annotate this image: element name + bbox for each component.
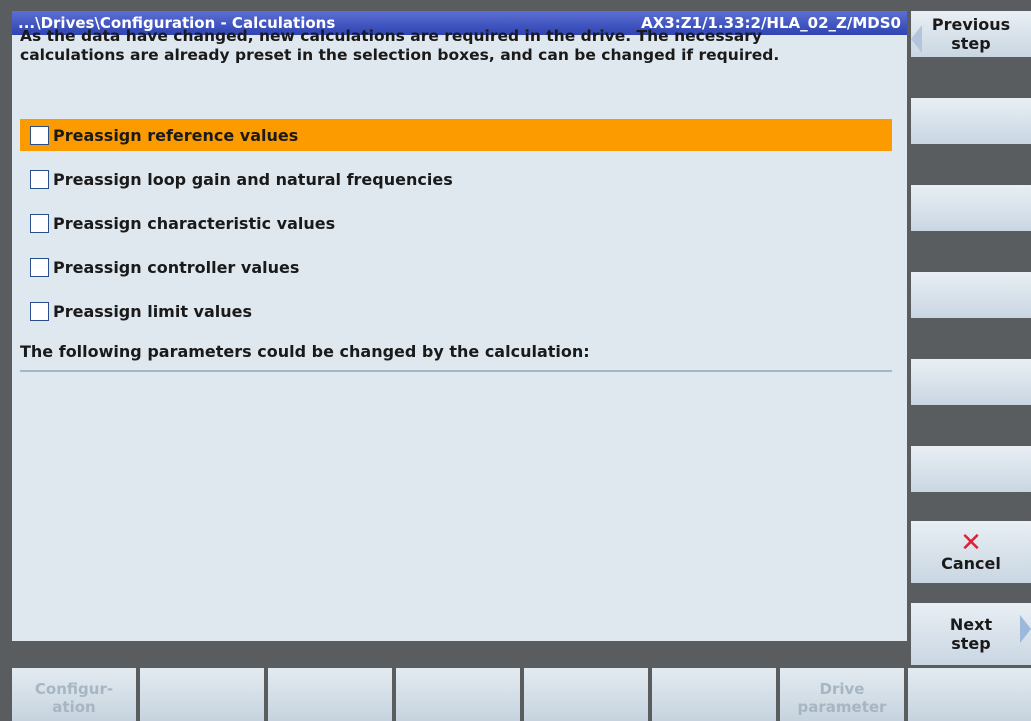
close-icon: ✕ [960, 527, 982, 558]
checkbox[interactable] [30, 257, 49, 277]
horizontal-softkey-2[interactable] [140, 668, 264, 721]
option-preassign-reference-values[interactable]: Preassign reference values [20, 119, 892, 151]
description-line-1: As the data have changed, new calculatio… [20, 27, 762, 45]
horizontal-softkey-8[interactable] [908, 668, 1031, 721]
horizontal-softkey-6[interactable] [652, 668, 776, 721]
hmi-screen: ...\Drives\Configuration - Calculations … [0, 0, 1031, 721]
horizontal-softkey-4[interactable] [396, 668, 520, 721]
divider [20, 370, 892, 372]
description-line-2: calculations are already preset in the s… [20, 46, 780, 64]
vertical-softkey-2[interactable] [911, 98, 1031, 144]
checkbox[interactable] [30, 213, 49, 233]
option-preassign-characteristic-values[interactable]: Preassign characteristic values [20, 207, 892, 239]
next-label-1: Next [949, 615, 993, 634]
horizontal-softkey-3[interactable] [268, 668, 392, 721]
arrow-right-icon [1020, 615, 1031, 643]
option-label: Preassign limit values [53, 301, 253, 321]
checkbox[interactable] [30, 169, 49, 189]
description-text: As the data have changed, new calculatio… [20, 27, 890, 65]
previous-label-1: Previous [931, 15, 1011, 34]
vertical-softkey-4[interactable] [911, 272, 1031, 318]
option-label: Preassign controller values [53, 257, 300, 277]
next-step-button[interactable]: Next step [911, 603, 1031, 665]
drive-parameter-label-2: parameter [797, 698, 887, 716]
option-preassign-controller-values[interactable]: Preassign controller values [20, 251, 892, 283]
configuration-label-2: ation [52, 698, 96, 716]
horizontal-softkey-5[interactable] [524, 668, 648, 721]
configuration-softkey[interactable]: Configur- ation [12, 668, 136, 721]
checkbox[interactable] [30, 125, 49, 145]
previous-step-button[interactable]: Previous step [911, 11, 1031, 57]
calculations-panel: As the data have changed, new calculatio… [12, 27, 907, 641]
configuration-label-1: Configur- [34, 680, 114, 698]
option-label: Preassign reference values [53, 125, 299, 145]
cancel-button[interactable]: ✕ Cancel [911, 521, 1031, 583]
checkbox[interactable] [30, 301, 49, 321]
option-preassign-limit-values[interactable]: Preassign limit values [20, 295, 892, 327]
vertical-softkey-3[interactable] [911, 185, 1031, 231]
drive-parameter-softkey[interactable]: Drive parameter [780, 668, 904, 721]
option-label: Preassign characteristic values [53, 213, 336, 233]
option-preassign-loop-gain[interactable]: Preassign loop gain and natural frequenc… [20, 163, 892, 195]
arrow-left-icon [911, 25, 922, 53]
params-heading: The following parameters could be change… [20, 342, 590, 361]
vertical-softkey-5[interactable] [911, 359, 1031, 405]
next-label-2: step [951, 634, 991, 653]
vertical-softkey-6[interactable] [911, 446, 1031, 492]
cancel-label: Cancel [941, 553, 1001, 573]
previous-label-2: step [951, 34, 991, 53]
drive-parameter-label-1: Drive [819, 680, 865, 698]
option-label: Preassign loop gain and natural frequenc… [53, 169, 453, 189]
